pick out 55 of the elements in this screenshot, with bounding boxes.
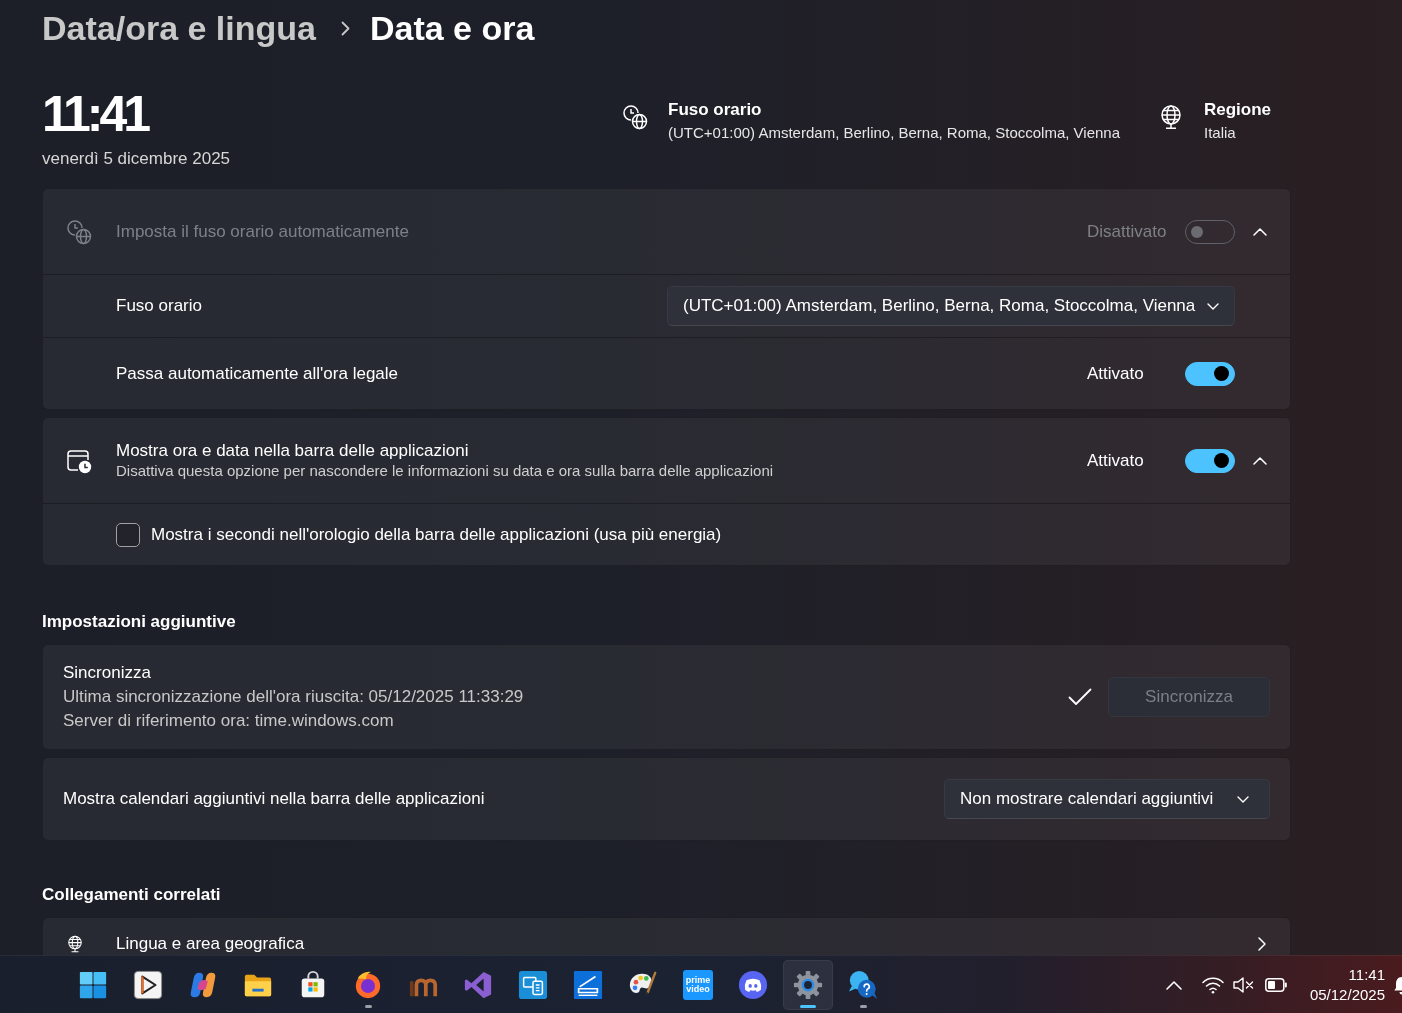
chevron-right-icon: [340, 20, 350, 36]
setting-label: Fuso orario: [116, 296, 203, 316]
chevron-down-icon: [1237, 795, 1249, 803]
globe-icon: [66, 935, 84, 953]
toggle-status: Attivato: [1087, 450, 1145, 471]
battery-icon[interactable]: [1265, 977, 1287, 992]
info-value: Italia: [1204, 123, 1237, 143]
settings-icon: [793, 969, 823, 1000]
ribbon-icon: [463, 969, 493, 1000]
info-title: Regione: [1204, 100, 1272, 120]
setting-label: Mostra ora e data nella barra delle applicazioni: [116, 440, 470, 461]
info-value: (UTC+01:00) Amsterdam, Berlino, Berna, Roma, Stoccolma, Vienna: [668, 123, 1120, 143]
devices-icon: [518, 969, 548, 1000]
video-logo: prime video: [683, 969, 713, 1000]
chevron-down-icon: [1207, 302, 1220, 310]
help-icon: [848, 969, 878, 1000]
link-card[interactable]: Lingua e area geografica: [42, 917, 1291, 955]
section-title: Impostazioni aggiuntive: [42, 612, 237, 632]
setting-label: Mostra calendari aggiuntivi nella barra delle applicazioni: [63, 789, 486, 809]
section-title: Collegamenti correlati: [42, 885, 222, 905]
taskbar-time[interactable]: 11:41: [1348, 964, 1385, 985]
gamepad-face-icon: [738, 969, 768, 1000]
chevron-right-icon: [1258, 937, 1266, 951]
link-label[interactable]: Lingua e area geografica: [116, 934, 1258, 954]
current-time: 11:41: [42, 86, 148, 142]
setting-description: Server di riferimento ora: time.windows.com: [63, 710, 395, 732]
globe-icon: [1158, 104, 1184, 130]
chevron-up-icon[interactable]: [1166, 979, 1182, 990]
info-title: Fuso orario: [668, 100, 763, 120]
setting-label: Sincronizza: [63, 662, 152, 684]
calendar-clock-icon: [66, 447, 92, 474]
breadcrumb-link[interactable]: Data/ora e lingua: [42, 8, 316, 48]
wifi-icon[interactable]: [1202, 975, 1224, 994]
clock-globe-icon: [622, 104, 648, 130]
clock-globe-icon: [66, 218, 92, 245]
page-title: Data e ora: [369, 8, 535, 48]
toggle-switch[interactable]: [1185, 448, 1235, 473]
setting-description: Disattiva questa opzione per nascondere le informazioni su data e ora sulla barra delle applicazioni: [116, 460, 775, 481]
toggle-status: Disattivato: [1087, 221, 1168, 242]
checkbox[interactable]: [116, 522, 140, 547]
dropdown[interactable]: Non mostrare calendari aggiuntivi: [944, 779, 1270, 819]
taskbar-date[interactable]: 05/12/2025: [1309, 984, 1385, 1005]
muted-speaker-icon[interactable]: [1233, 976, 1254, 993]
current-date: venerdì 5 dicembre 2025: [42, 148, 231, 170]
toggle-status: Attivato: [1087, 363, 1145, 384]
four-squares-icon: [78, 969, 108, 1000]
bell-icon[interactable]: [1394, 974, 1402, 995]
setting-description: Ultima sincronizzazione dell'ora riuscita: 05/12/2025 11:33:29: [63, 686, 525, 708]
flame-globe-icon: [353, 969, 383, 1000]
play-icon: [133, 969, 163, 1000]
setting-label: Passa automaticamente all'ora legale: [116, 363, 400, 384]
chevron-up-icon[interactable]: [1253, 456, 1267, 465]
scanner-icon: [573, 969, 603, 1000]
setting-label: Imposta il fuso orario automaticamente: [116, 221, 410, 242]
checkbox-label[interactable]: Mostra i secondi nell'orologio della barra delle applicazioni (usa più energia): [151, 524, 722, 545]
